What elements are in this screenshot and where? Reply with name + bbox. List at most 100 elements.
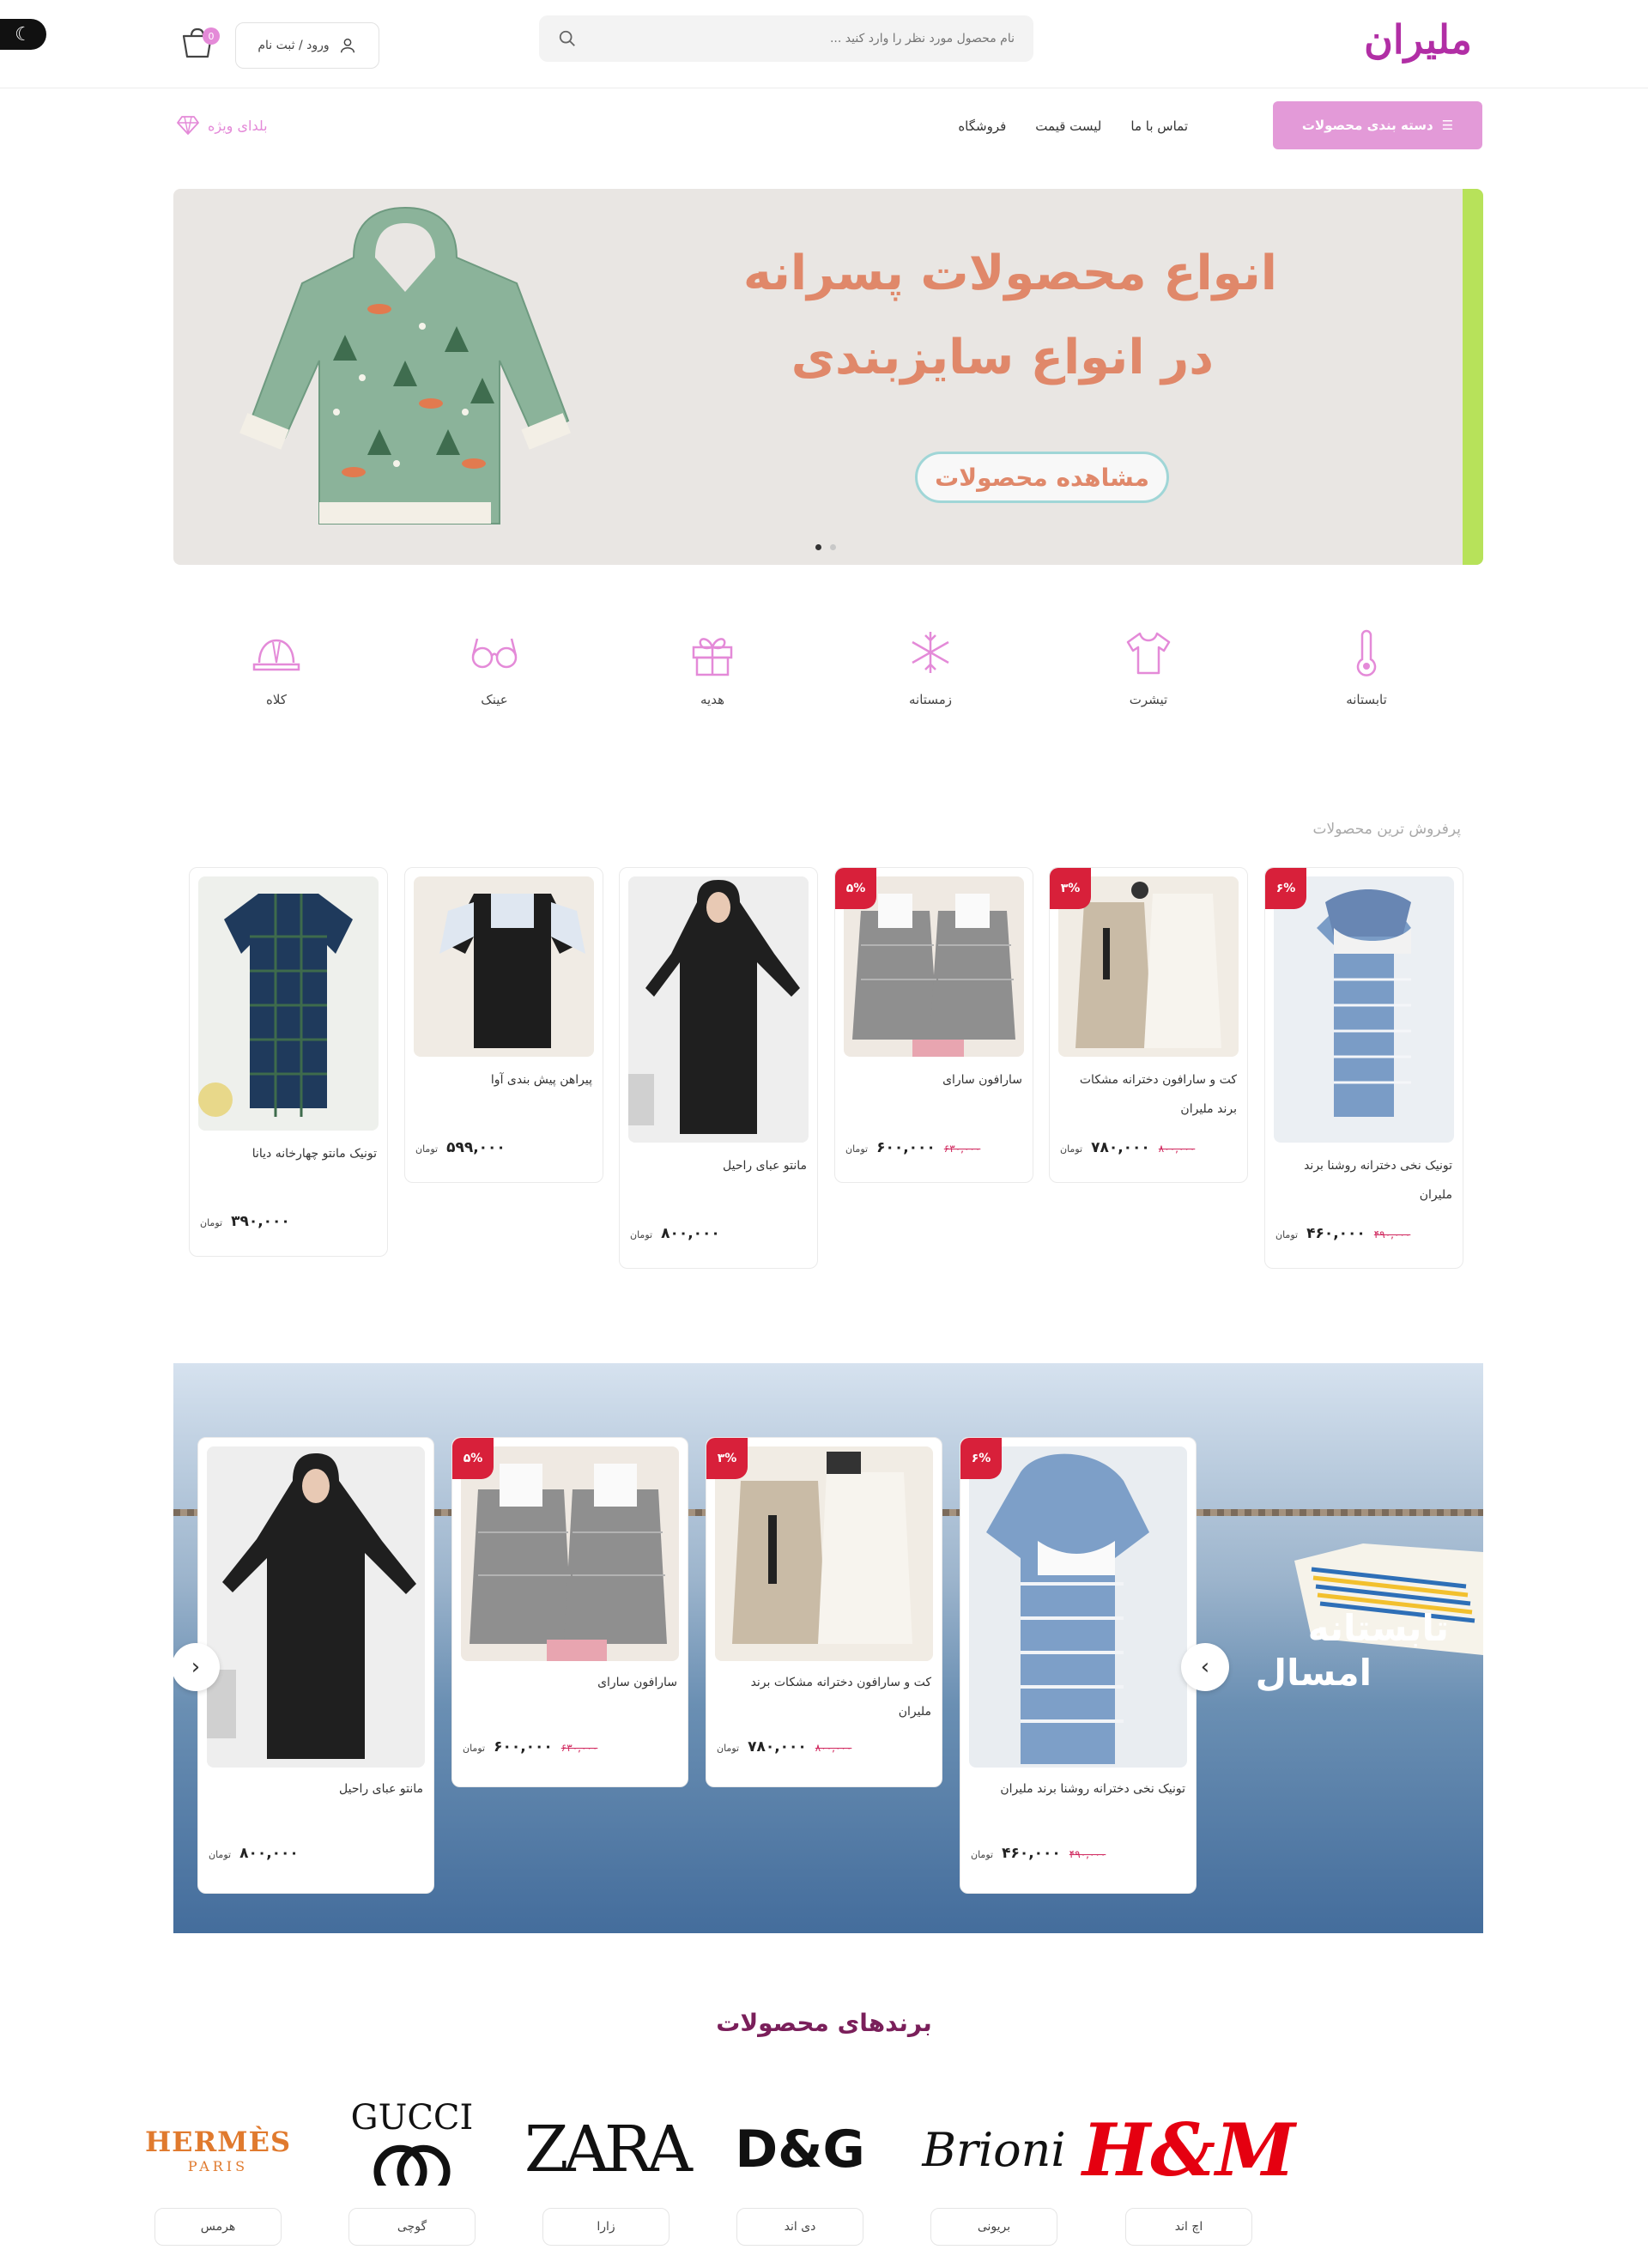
user-icon xyxy=(340,38,354,53)
login-button[interactable]: ورود / ثبت نام xyxy=(235,22,379,69)
product-card[interactable]: مانتو عبای راحیل تومان ۸۰۰,۰۰۰ xyxy=(619,867,818,1269)
search-icon[interactable] xyxy=(558,29,577,48)
old-price: ۶۳۰,۰۰۰ xyxy=(560,1742,598,1754)
product-card[interactable]: ۶% تونیک نخی دخترانه روشنا برند ملیران ت… xyxy=(960,1437,1197,1894)
product-image xyxy=(969,1446,1187,1768)
brand-logo: H&M xyxy=(1082,2107,1296,2192)
product-image xyxy=(414,876,594,1057)
category-label: عینک xyxy=(481,692,508,707)
brand-hermes[interactable]: HERMÈS PARIS هرمس xyxy=(141,2098,295,2246)
category-summer[interactable]: تابستانه xyxy=(1315,627,1418,707)
discount-badge: ۳% xyxy=(706,1438,748,1479)
category-tshirt[interactable]: تیشرت xyxy=(1097,627,1200,707)
product-card[interactable]: ۶% تونیک نخی دخترانه روشنا برند ملیران ت… xyxy=(1264,867,1463,1269)
brand-label: هرمس xyxy=(154,2208,282,2246)
discount-badge: ۵% xyxy=(452,1438,494,1479)
vip-link[interactable]: بلدای ویژه xyxy=(177,115,268,136)
discount-badge: ۶% xyxy=(1265,868,1306,909)
old-price: ۴۹۰,۰۰۰ xyxy=(1069,1848,1106,1860)
category-label: زمستانه xyxy=(909,692,952,707)
brand-label: گوچی xyxy=(348,2208,476,2246)
old-price: ۸۰۰,۰۰۰ xyxy=(1158,1143,1196,1155)
nav-link-shop[interactable]: فروشگاه xyxy=(958,118,1006,134)
product-price: ۷۸۰,۰۰۰ xyxy=(748,1738,807,1756)
product-name: مانتو عبای راحیل xyxy=(339,1782,423,1796)
product-card[interactable]: ۳% کت و سارافون دخترانه مشکات برند ملیرا… xyxy=(1049,867,1248,1183)
carousel-prev-button[interactable]: ‹ xyxy=(173,1643,220,1691)
product-image xyxy=(715,1446,933,1661)
promo-title-line2: امسال xyxy=(1255,1652,1372,1694)
product-name: تونیک نخی دخترانه روشنا برند ملیران xyxy=(1000,1782,1185,1796)
brand-label: دی اند xyxy=(736,2208,863,2246)
search-bar[interactable] xyxy=(539,15,1033,62)
slider-dot-1[interactable] xyxy=(815,544,821,550)
brand-label: بریونی xyxy=(930,2208,1057,2246)
brand-logo-sub: PARIS xyxy=(187,2157,249,2174)
brand-gucci[interactable]: GUCCI گوچی xyxy=(335,2098,489,2246)
product-price: ۷۸۰,۰۰۰ xyxy=(1091,1139,1150,1156)
category-winter[interactable]: زمستانه xyxy=(879,627,982,707)
brand-logo: Brioni xyxy=(922,2122,1066,2177)
product-card[interactable]: پیراهن پیش بندی آوا تومان ۵۹۹,۰۰۰ xyxy=(404,867,603,1183)
slider-dot-2[interactable] xyxy=(830,544,836,550)
moon-icon: ☾ xyxy=(15,23,32,45)
discount-badge: ۵% xyxy=(835,868,876,909)
brand-zara[interactable]: ZARA زارا xyxy=(524,2098,693,2246)
category-menu-button[interactable]: ☰ دسته بندی محصولات xyxy=(1273,101,1482,149)
product-image xyxy=(1274,876,1454,1143)
brand-logo: ZARA xyxy=(524,2113,693,2186)
brand-hm[interactable]: H&M اچ اند xyxy=(1082,2098,1295,2246)
brand-dg[interactable]: D&G دی اند xyxy=(723,2098,877,2246)
login-label: ورود / ثبت نام xyxy=(258,39,330,52)
product-card[interactable]: ۵% سارافون سارای تومان ۶۰۰,۰۰۰ ۶۳۰,۰۰۰ xyxy=(834,867,1033,1183)
search-input[interactable] xyxy=(589,32,1015,45)
snowflake-icon xyxy=(912,632,949,673)
product-name-line2: ملیران xyxy=(1419,1188,1452,1202)
dark-mode-toggle[interactable]: ☾ xyxy=(0,19,46,50)
currency-label: تومان xyxy=(463,1743,486,1754)
chevron-left-icon: ‹ xyxy=(191,1654,201,1680)
product-price: ۸۰۰,۰۰۰ xyxy=(239,1845,299,1862)
brand-brioni[interactable]: Brioni بریونی xyxy=(917,2098,1071,2246)
section-title-best-sellers: پرفروش ترین محصولات xyxy=(1312,821,1461,838)
currency-label: تومان xyxy=(415,1143,439,1155)
product-name: مانتو عبای راحیل xyxy=(723,1159,807,1173)
currency-label: تومان xyxy=(200,1217,223,1228)
product-name: تونیک نخی دخترانه روشنا برند xyxy=(1304,1159,1452,1173)
slider-dots xyxy=(815,544,836,550)
currency-label: تومان xyxy=(971,1849,994,1860)
category-label: تیشرت xyxy=(1129,692,1168,707)
category-gift[interactable]: هدیه xyxy=(661,627,764,707)
category-label: کلاه xyxy=(266,692,287,707)
product-card[interactable]: ۳% کت و سارافون دخترانه مشکات برند ملیرا… xyxy=(706,1437,942,1787)
brand-label: زارا xyxy=(542,2208,670,2246)
product-card[interactable]: تونیک مانتو چهارخانه دیانا تومان ۳۹۰,۰۰۰ xyxy=(189,867,388,1257)
product-price: ۸۰۰,۰۰۰ xyxy=(661,1225,720,1242)
site-logo[interactable]: ملیران xyxy=(1362,12,1474,67)
carousel-next-button[interactable]: › xyxy=(1181,1643,1229,1691)
category-glasses[interactable]: عینک xyxy=(443,627,546,707)
thermometer-icon xyxy=(1356,629,1377,676)
nav-link-contact[interactable]: تماس با ما xyxy=(1130,118,1188,134)
hoodie-image xyxy=(239,206,571,525)
gucci-gg-icon xyxy=(361,2144,463,2201)
product-image xyxy=(461,1446,679,1661)
cart-count-badge: 0 xyxy=(203,27,220,45)
gift-icon xyxy=(692,638,733,676)
discount-badge: ۳% xyxy=(1050,868,1091,909)
product-name-line2: ملیران xyxy=(898,1705,931,1719)
product-name: پیراهن پیش بندی آوا xyxy=(490,1073,592,1087)
product-card[interactable]: مانتو عبای راحیل تومان ۸۰۰,۰۰۰ xyxy=(197,1437,434,1894)
brands-section-title: برندهای محصولات xyxy=(716,2009,932,2037)
nav-link-price-list[interactable]: لیست قیمت xyxy=(1035,118,1101,134)
product-card[interactable]: ۵% سارافون سارای تومان ۶۰۰,۰۰۰ ۶۳۰,۰۰۰ xyxy=(451,1437,688,1787)
tshirt-icon xyxy=(1126,632,1171,675)
old-price: ۴۹۰,۰۰۰ xyxy=(1373,1228,1411,1240)
hero-cta-button[interactable]: مشاهده محصولات xyxy=(915,452,1169,503)
product-price: ۴۶۰,۰۰۰ xyxy=(1306,1225,1366,1242)
currency-label: تومان xyxy=(1060,1143,1083,1155)
category-hat[interactable]: کلاه xyxy=(225,627,328,707)
product-price: ۶۰۰,۰۰۰ xyxy=(876,1139,936,1156)
product-name: کت و سارافون دخترانه مشکات xyxy=(1079,1073,1237,1087)
currency-label: تومان xyxy=(209,1849,232,1860)
